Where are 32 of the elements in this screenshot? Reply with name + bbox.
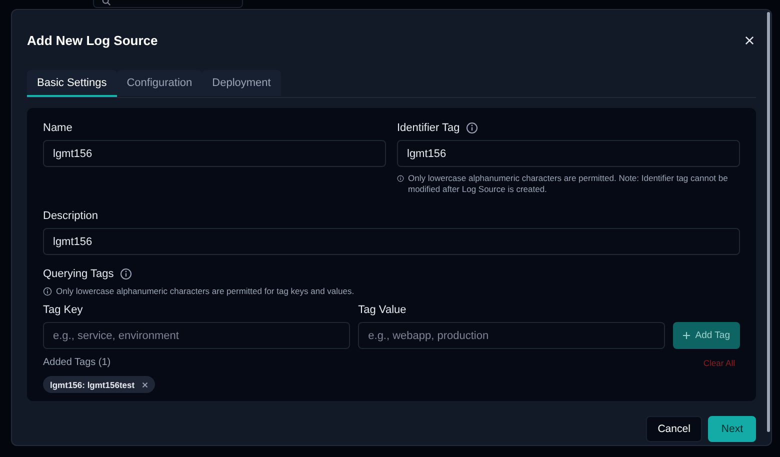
- section-label: Querying Tags: [43, 268, 114, 280]
- remove-tag-button[interactable]: [142, 382, 148, 388]
- tag-key-field[interactable]: e.g., service, environment: [43, 322, 350, 349]
- info-icon: [466, 122, 478, 134]
- tag-value-field[interactable]: e.g., webapp, production: [358, 322, 666, 349]
- close-button[interactable]: [743, 34, 756, 46]
- dialog-title: Add New Log Source: [27, 32, 158, 48]
- field-label: Name: [43, 122, 72, 134]
- info-icon: [43, 286, 52, 296]
- identifier-tag-field[interactable]: lgmt156: [397, 140, 740, 167]
- name-field[interactable]: lgmt156: [43, 140, 386, 167]
- field-label: Tag Value: [358, 304, 406, 316]
- scrollbar[interactable]: [767, 12, 770, 432]
- close-icon: [142, 382, 148, 388]
- plus-icon: [683, 332, 690, 339]
- field-label: Identifier Tag: [397, 122, 460, 134]
- field-label: Tag Key: [43, 304, 83, 316]
- info-icon: [397, 175, 404, 182]
- hint-text: Only lowercase alphanumeric characters are permitted. Note: Identifier tag cannot be modified after Log Source is created.: [408, 173, 729, 195]
- close-icon: [745, 36, 754, 44]
- cancel-button[interactable]: Cancel: [646, 416, 702, 442]
- tab[interactable]: Basic Settings: [27, 70, 117, 97]
- tab[interactable]: Configuration: [116, 70, 202, 96]
- next-button[interactable]: Next: [708, 416, 756, 442]
- info-icon: [120, 268, 132, 280]
- added-tags-label: Added Tags (1): [43, 357, 111, 368]
- hint-text: Only lowercase alphanumeric characters are permitted for tag keys and values.: [56, 286, 354, 296]
- tab[interactable]: Deployment: [202, 70, 281, 96]
- description-field[interactable]: lgmt156: [43, 228, 740, 255]
- add-tag-button[interactable]: Add Tag: [673, 322, 740, 349]
- tag-chip-text: lgmt156: lgmt156test: [50, 380, 135, 390]
- field-label: Description: [43, 210, 98, 222]
